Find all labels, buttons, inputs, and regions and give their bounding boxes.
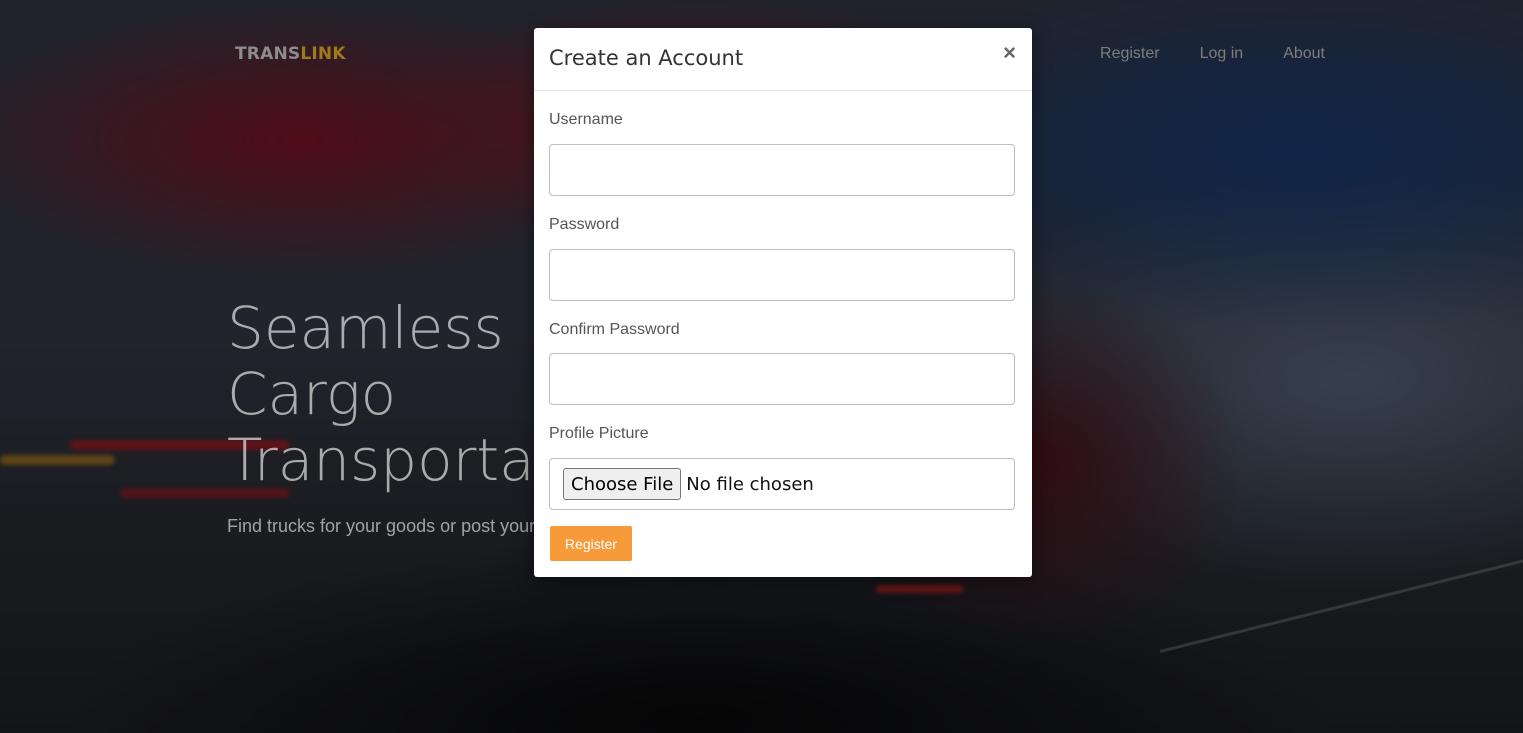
hero-title-line: Transportation bbox=[227, 426, 547, 493]
confirm-password-label: Confirm Password bbox=[549, 321, 680, 338]
profile-picture-input: Choose File No file chosen bbox=[549, 458, 1015, 510]
close-icon[interactable]: × bbox=[1003, 42, 1016, 64]
nav-about-link[interactable]: About bbox=[1283, 45, 1325, 63]
hero-subtitle: Find trucks for your goods or post your bbox=[227, 516, 536, 536]
choose-file-button[interactable]: Choose File bbox=[563, 468, 682, 500]
password-field[interactable] bbox=[549, 249, 1015, 301]
file-status-text: No file chosen bbox=[686, 473, 814, 495]
profile-picture-label: Profile Picture bbox=[549, 425, 649, 442]
brand-logo-part2: LINK bbox=[300, 44, 346, 64]
hero-title-line: Seamless bbox=[227, 295, 504, 362]
create-account-modal: Create an Account × Username Password Co… bbox=[534, 28, 1032, 577]
hero-title-line: Cargo bbox=[227, 360, 397, 428]
username-field[interactable] bbox=[549, 144, 1015, 196]
page: TRANSLINK Register Log in About Seamless… bbox=[0, 0, 1523, 733]
username-label: Username bbox=[549, 111, 623, 128]
hero-title: Seamless Cargo Transportation bbox=[227, 295, 547, 493]
brand-logo-part1: TRANS bbox=[235, 44, 301, 64]
modal-title: Create an Account bbox=[549, 46, 744, 70]
modal-header: Create an Account × bbox=[534, 28, 1032, 91]
confirm-password-field[interactable] bbox=[549, 353, 1015, 405]
nav-login-link[interactable]: Log in bbox=[1200, 45, 1244, 63]
top-nav: Register Log in About bbox=[1100, 45, 1325, 63]
brand-logo[interactable]: TRANSLINK bbox=[235, 44, 346, 64]
password-label: Password bbox=[549, 216, 620, 233]
nav-register-link[interactable]: Register bbox=[1100, 45, 1160, 63]
register-button[interactable]: Register bbox=[550, 526, 632, 561]
